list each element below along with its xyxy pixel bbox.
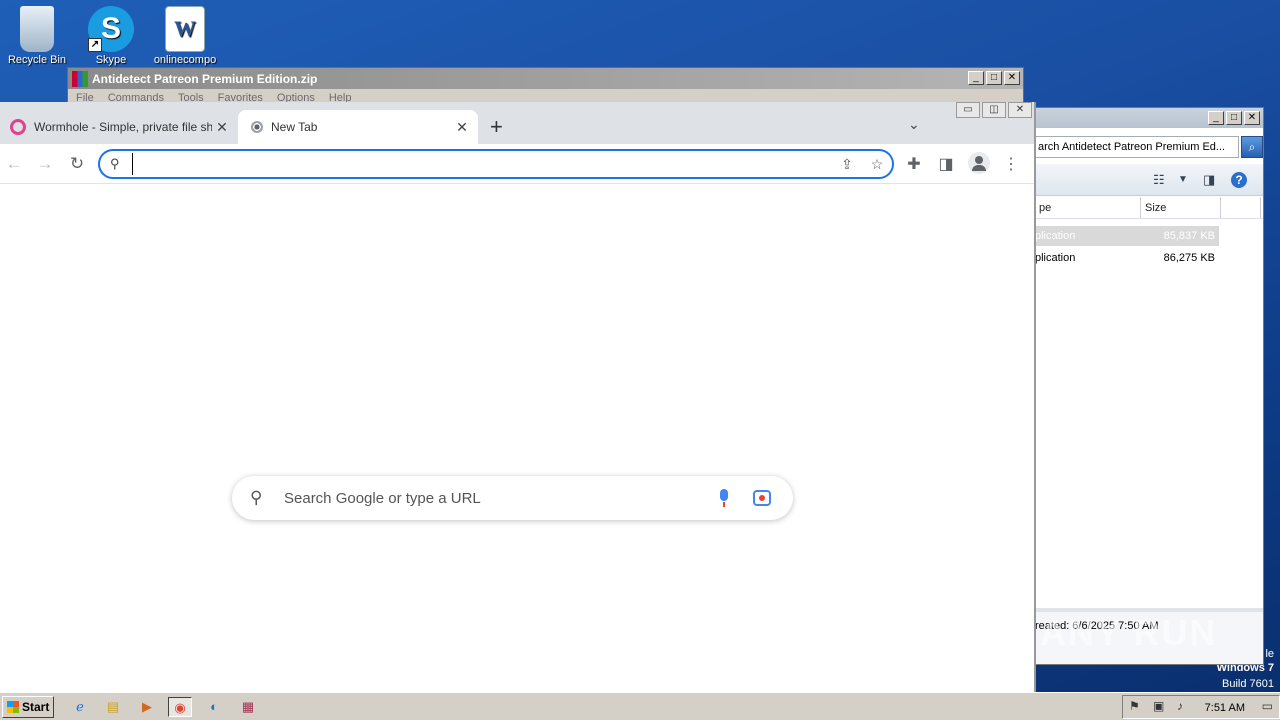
tab-wormhole[interactable]: Wormhole - Simple, private file sharing … bbox=[0, 110, 238, 144]
word-document-shortcut[interactable]: W onlinecompo bbox=[148, 0, 222, 66]
media-player-icon[interactable]: ▶ bbox=[135, 697, 159, 717]
tab-title: New Tab bbox=[271, 120, 318, 134]
shortcut-arrow-icon: ↗ bbox=[88, 38, 102, 52]
close-button[interactable]: ✕ bbox=[1004, 71, 1020, 85]
menu-kebab-icon[interactable]: ⋮ bbox=[1001, 154, 1021, 174]
action-center-flag-icon[interactable]: ⚑ bbox=[1129, 699, 1140, 713]
ntp-search-box[interactable]: ⚲ Search Google or type a URL bbox=[232, 476, 793, 520]
volume-icon[interactable]: ♪ bbox=[1177, 699, 1183, 713]
windows-brand-fragment: le bbox=[1265, 648, 1274, 660]
recycle-bin-shortcut[interactable]: Recycle Bin bbox=[0, 0, 74, 66]
forward-icon[interactable]: → bbox=[35, 154, 55, 174]
close-button[interactable]: ✕ bbox=[1008, 102, 1032, 118]
file-type: plication bbox=[1035, 230, 1076, 242]
help-icon[interactable]: ? bbox=[1231, 172, 1247, 188]
profile-avatar-icon[interactable] bbox=[968, 152, 990, 174]
close-icon[interactable]: ✕ bbox=[452, 119, 472, 136]
restore-button[interactable]: ◫ bbox=[982, 102, 1006, 118]
tab-strip: Wormhole - Simple, private file sharing … bbox=[0, 102, 1034, 144]
explorer-column-header: pe Size bbox=[1035, 197, 1263, 219]
system-tray: ⚑ ▣ ♪ 7:51 AM ▭ bbox=[1122, 695, 1280, 719]
taskbar: Start ℯ ▤ ▶ ◉ ◐ ▦ ⚑ ▣ ♪ 7:51 AM ▭ bbox=[0, 692, 1280, 720]
chrome-icon[interactable]: ◉ bbox=[168, 697, 192, 717]
minimize-button[interactable]: _ bbox=[968, 71, 984, 85]
bookmark-star-icon[interactable]: ☆ bbox=[862, 156, 892, 173]
file-type: plication bbox=[1035, 252, 1076, 264]
share-icon[interactable]: ⇪ bbox=[832, 156, 862, 173]
file-size: 85,837 KB bbox=[1163, 230, 1215, 242]
view-options-icon[interactable]: ☷ bbox=[1153, 172, 1165, 188]
ie-icon[interactable]: ℯ bbox=[68, 697, 92, 717]
winrar-icon[interactable]: ▦ bbox=[236, 697, 260, 717]
maximize-button[interactable]: □ bbox=[986, 71, 1002, 85]
minimize-button[interactable]: _ bbox=[1208, 111, 1224, 125]
explorer-window[interactable]: _ □ ✕ arch Antidetect Patreon Premium Ed… bbox=[1034, 107, 1264, 665]
skype-shortcut[interactable]: S ↗ Skype bbox=[74, 0, 148, 66]
extensions-icon[interactable]: ✚ bbox=[904, 154, 924, 174]
new-tab-button[interactable]: + bbox=[490, 115, 503, 139]
network-icon[interactable]: ▣ bbox=[1153, 699, 1164, 713]
winrar-window-controls: _ □ ✕ bbox=[968, 71, 1020, 85]
chrome-window[interactable]: Wormhole - Simple, private file sharing … bbox=[0, 102, 1036, 692]
start-button[interactable]: Start bbox=[2, 696, 54, 718]
back-icon[interactable]: ← bbox=[4, 154, 24, 174]
winrar-icon bbox=[72, 70, 88, 87]
search-icon: ⚲ bbox=[110, 156, 120, 171]
skype-icon: S ↗ bbox=[88, 6, 134, 52]
close-icon[interactable]: ✕ bbox=[212, 119, 232, 136]
file-row[interactable]: plication 86,275 KB bbox=[1035, 248, 1219, 268]
maximize-button[interactable]: □ bbox=[1226, 111, 1242, 125]
tab-search-icon[interactable]: ⌄ bbox=[908, 116, 920, 133]
explorer-toolbar: ☷ ▼ ◨ ? bbox=[1035, 164, 1263, 196]
chrome-window-controls: ▭ ◫ ✕ bbox=[956, 102, 1032, 118]
reload-icon[interactable]: ↻ bbox=[67, 154, 87, 174]
word-document-icon: W bbox=[165, 6, 205, 52]
search-icon[interactable]: ⌕ bbox=[1241, 136, 1263, 158]
minimize-button[interactable]: ▭ bbox=[956, 102, 980, 118]
windows-flag-icon bbox=[7, 701, 19, 713]
file-size: 86,275 KB bbox=[1163, 252, 1215, 264]
file-row[interactable]: plication 85,837 KB bbox=[1035, 226, 1219, 246]
start-label: Start bbox=[22, 700, 50, 714]
column-size[interactable]: Size bbox=[1141, 197, 1221, 218]
browser-toolbar: ← → ↻ ⚲ ⇪ ☆ ✚ ◨ ⋮ bbox=[0, 144, 1034, 184]
wormhole-icon bbox=[10, 119, 26, 135]
preview-pane-icon[interactable]: ◨ bbox=[1203, 172, 1215, 188]
recycle-bin-icon bbox=[20, 6, 54, 52]
watermark: ANY RUN bbox=[1040, 612, 1218, 653]
column-type[interactable]: pe bbox=[1035, 197, 1141, 218]
microphone-icon[interactable] bbox=[717, 489, 731, 507]
tab-title: Wormhole - Simple, private file sharing bbox=[34, 120, 212, 134]
recycle-bin-label: Recycle Bin bbox=[7, 54, 67, 66]
close-button[interactable]: ✕ bbox=[1244, 111, 1260, 125]
winrar-window[interactable]: Antidetect Patreon Premium Edition.zip _… bbox=[67, 67, 1024, 107]
windows-build: Build 7601 bbox=[1222, 678, 1274, 690]
explorer-search-input[interactable]: arch Antidetect Patreon Premium Ed... bbox=[1035, 136, 1239, 158]
explorer-window-controls: _ □ ✕ bbox=[1208, 111, 1260, 125]
winrar-titlebar[interactable]: Antidetect Patreon Premium Edition.zip bbox=[68, 68, 1023, 89]
side-panel-icon[interactable]: ◨ bbox=[936, 154, 956, 174]
skype-label: Skype bbox=[95, 54, 127, 66]
search-icon: ⚲ bbox=[250, 488, 263, 507]
ntp-search-placeholder: Search Google or type a URL bbox=[284, 489, 481, 507]
tab-new-tab[interactable]: New Tab ✕ bbox=[238, 110, 478, 144]
show-desktop-icon[interactable]: ▭ bbox=[1262, 699, 1273, 713]
clock[interactable]: 7:51 AM bbox=[1205, 702, 1245, 714]
google-lens-icon[interactable] bbox=[753, 490, 771, 506]
word-document-label: onlinecompo bbox=[153, 54, 217, 66]
chrome-icon bbox=[251, 121, 263, 133]
edge-icon[interactable]: ◐ bbox=[202, 697, 226, 717]
address-input[interactable] bbox=[132, 153, 832, 175]
address-bar[interactable]: ⚲ ⇪ ☆ bbox=[98, 149, 894, 179]
explorer-icon[interactable]: ▤ bbox=[101, 697, 125, 717]
winrar-title: Antidetect Patreon Premium Edition.zip bbox=[92, 71, 318, 86]
chevron-down-icon[interactable]: ▼ bbox=[1178, 174, 1188, 185]
column-extra[interactable] bbox=[1221, 197, 1261, 218]
